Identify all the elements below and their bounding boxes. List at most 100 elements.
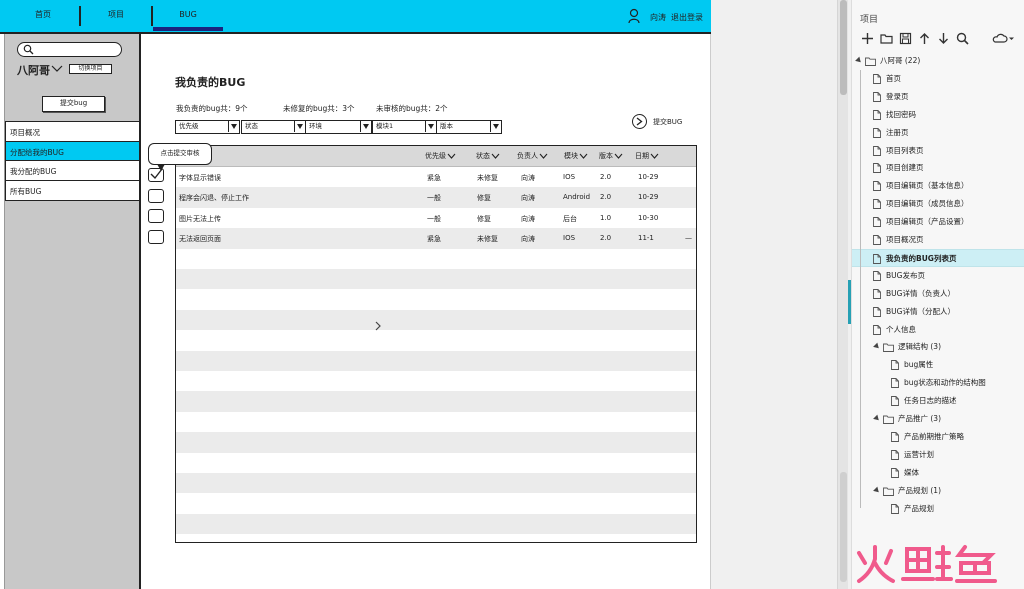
row-checkbox[interactable]: [148, 189, 164, 203]
tree-page-item[interactable]: bug状态和动作的结构图: [852, 374, 1024, 392]
table-row[interactable]: 字体显示错误 紧急 未修复 向涛 IOS 2.0 10-29: [176, 167, 696, 187]
filter-priority[interactable]: 优先级: [175, 120, 240, 134]
scrollbar-thumb[interactable]: [840, 472, 847, 582]
scrollbar[interactable]: [837, 0, 848, 589]
table-row[interactable]: 无法返回页面 紧急 未修复 向涛 IOS 2.0 11-1: [176, 228, 696, 249]
tree-page-item[interactable]: BUG详情（负责人）: [852, 285, 1024, 303]
scrollbar-thumb[interactable]: [840, 0, 847, 95]
arrow-down-icon[interactable]: [937, 32, 950, 45]
row-checkbox[interactable]: [148, 230, 164, 244]
nav-home[interactable]: 首页: [18, 0, 68, 32]
row-checkbox[interactable]: [148, 209, 164, 223]
table-row[interactable]: 图片无法上传 一般 修复 向涛 后台 1.0 10-30: [176, 208, 696, 228]
page-icon: [891, 467, 899, 478]
tree-page-item[interactable]: 个人信息: [852, 321, 1024, 339]
switch-project-button[interactable]: 切换项目: [69, 64, 112, 74]
tree-label: 逻辑结构 (3): [898, 342, 942, 352]
chevron-right-icon[interactable]: [374, 321, 382, 331]
column-status[interactable]: 状态: [476, 151, 500, 161]
page-icon: [873, 181, 881, 192]
tree-page-item[interactable]: 运营计划: [852, 446, 1024, 464]
filter-module[interactable]: 模块1: [372, 120, 437, 134]
cloud-dropdown-icon[interactable]: [992, 32, 1016, 45]
tree-page-item[interactable]: 产品规划: [852, 500, 1024, 518]
sidebar-item-assigned-by-me[interactable]: 我分配的BUG: [5, 160, 140, 181]
column-owner[interactable]: 负责人: [517, 151, 548, 161]
sidebar-item-assigned-to-me[interactable]: 分配给我的BUG: [5, 140, 140, 162]
editor-gutter: [711, 0, 837, 589]
cell-owner: 向涛: [521, 174, 535, 182]
nav-divider: [151, 6, 153, 26]
tree-page-item[interactable]: BUG详情（分配人）: [852, 303, 1024, 321]
tree-page-item[interactable]: 任务日志的描述: [852, 392, 1024, 410]
tree-page-item[interactable]: 项目编辑页（产品设置）: [852, 213, 1024, 231]
tree-page-item[interactable]: 项目概况页: [852, 231, 1024, 249]
filter-version[interactable]: 版本: [436, 120, 502, 134]
tree-page-item[interactable]: BUG发布页: [852, 267, 1024, 285]
logout-link[interactable]: 退出登录: [671, 12, 703, 23]
tree-page-item[interactable]: 媒体: [852, 464, 1024, 482]
tree-connector: [860, 69, 861, 509]
cell-title: 程序会闪退、停止工作: [179, 194, 249, 203]
chevron-down-icon[interactable]: [51, 65, 63, 73]
page-icon: [891, 431, 899, 442]
bug-table: 优先级 状态 负责人 模块 版本 日期 字体显示错误 紧急 未修复 向涛 IOS 2.0 1…: [175, 145, 697, 543]
tree-label: 产品规划 (1): [898, 485, 942, 495]
submit-bug-button[interactable]: 提交bug: [42, 96, 105, 112]
column-date[interactable]: 日期: [635, 151, 659, 161]
tree-folder[interactable]: 产品规划 (1): [852, 482, 1024, 500]
user-icon[interactable]: [628, 8, 640, 24]
tree-page-item[interactable]: 找回密码: [852, 106, 1024, 124]
stat-unreviewed: 未审核的bug共：2个: [376, 104, 448, 113]
save-icon[interactable]: [899, 32, 912, 45]
page-icon: [873, 217, 881, 228]
page-icon: [873, 288, 881, 299]
cell-status: 未修复: [477, 235, 498, 244]
filter-environment[interactable]: 环境: [305, 120, 372, 134]
table-row[interactable]: 程序会闪退、停止工作 一般 修复 向涛 Android 2.0 10-29: [176, 187, 696, 208]
empty-row: [176, 391, 696, 412]
empty-row: [176, 330, 696, 350]
nav-project[interactable]: 项目: [90, 0, 142, 32]
search-input[interactable]: [17, 42, 122, 57]
page-icon: [873, 270, 881, 281]
tree-label: BUG发布页: [886, 270, 925, 280]
row-more[interactable]: —: [685, 234, 692, 242]
tree-page-item[interactable]: bug属性: [852, 356, 1024, 374]
page-title: 我负责的BUG: [175, 76, 246, 89]
tree-folder[interactable]: 产品推广 (3): [852, 410, 1024, 428]
tree-root[interactable]: 八阿哥 (22): [852, 52, 1024, 70]
tree-page-item[interactable]: 首页: [852, 70, 1024, 88]
tree-label: 项目编辑页（产品设置）: [886, 217, 969, 227]
chevron-right-circle-icon: [632, 114, 647, 129]
tree-page-item[interactable]: 项目编辑页（基本信息）: [852, 177, 1024, 195]
tree-page-item[interactable]: 项目创建页: [852, 159, 1024, 177]
tree-page-item[interactable]: 注册页: [852, 124, 1024, 142]
filter-status[interactable]: 状态: [241, 120, 306, 134]
tree-page-item[interactable]: 项目编辑页（成员信息）: [852, 195, 1024, 213]
tree-label: 个人信息: [886, 324, 916, 334]
tree-label: 运营计划: [904, 449, 934, 459]
tree-page-item[interactable]: 项目列表页: [852, 142, 1024, 160]
add-icon[interactable]: [861, 32, 874, 45]
nav-divider: [79, 6, 81, 26]
arrow-up-icon[interactable]: [918, 32, 931, 45]
column-version[interactable]: 版本: [599, 151, 623, 161]
search-icon[interactable]: [956, 32, 969, 45]
search-icon: [23, 44, 34, 55]
folder-icon[interactable]: [880, 32, 893, 45]
tree-page-item[interactable]: 登录页: [852, 88, 1024, 106]
tree-label: 产品规划: [904, 503, 934, 513]
column-priority[interactable]: 优先级: [425, 151, 456, 161]
sidebar-item-overview[interactable]: 项目概况: [5, 121, 140, 142]
tree-page-item[interactable]: 我负责的BUG列表页: [852, 248, 1024, 267]
cell-priority: 一般: [427, 214, 441, 223]
column-module[interactable]: 模块: [564, 151, 588, 161]
tree-page-item[interactable]: 产品前期推广策略: [852, 428, 1024, 446]
cell-owner: 向涛: [521, 214, 535, 223]
empty-row: [176, 350, 696, 371]
page-icon: [891, 449, 899, 460]
sidebar-item-all-bugs[interactable]: 所有BUG: [5, 179, 140, 201]
page-icon: [873, 163, 881, 174]
tree-folder[interactable]: 逻辑结构 (3): [852, 338, 1024, 356]
